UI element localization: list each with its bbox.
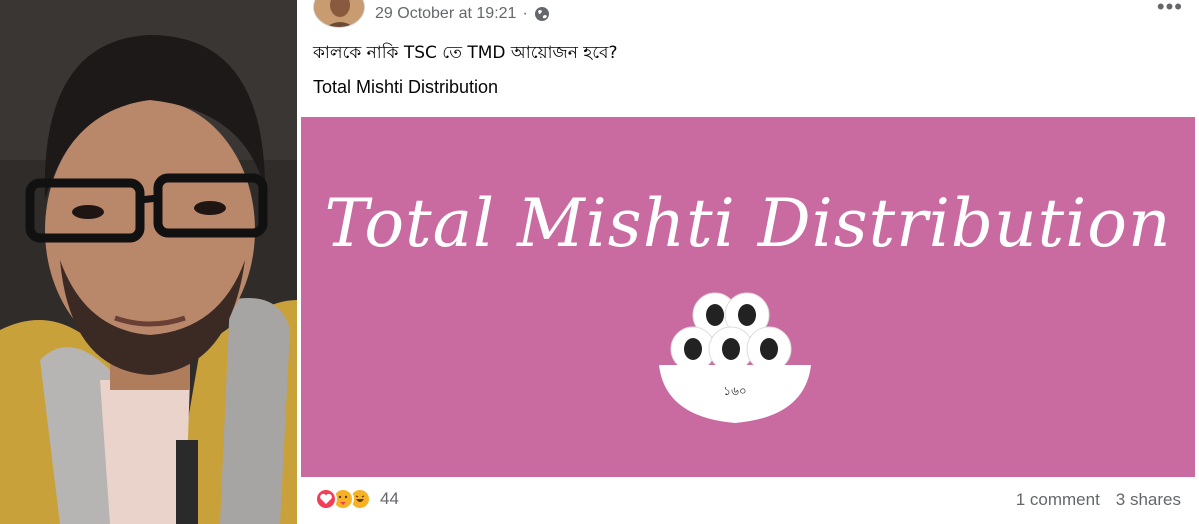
post-header: 29 October at 19:21 · ••• [313, 0, 1183, 32]
comments-link[interactable]: 1 comment [1016, 490, 1100, 510]
engagement-stats: 1 comment 3 shares [1016, 490, 1181, 510]
love-reaction-icon [315, 488, 337, 510]
sweets-bowl-image: ১৬০ [659, 292, 811, 423]
author-avatar[interactable] [313, 0, 365, 28]
post-meta: 29 October at 19:21 · [375, 5, 550, 23]
shares-link[interactable]: 3 shares [1116, 490, 1181, 510]
post-text-line-1: কালকে নাকি TSC তে TMD আয়োজন হবে? [313, 43, 618, 63]
reaction-count[interactable]: 44 [380, 489, 399, 509]
globe-icon[interactable] [534, 6, 550, 22]
post-text-line-2: Total Mishti Distribution [313, 77, 499, 97]
more-options-icon[interactable]: ••• [1157, 0, 1183, 20]
post-timestamp[interactable]: 29 October at 19:21 [375, 5, 516, 23]
post-image-banner[interactable]: Total Mishti Distribution ১৬০ [301, 117, 1195, 477]
profile-photo-image [0, 0, 297, 524]
meta-separator: · [522, 5, 528, 22]
bowl-label: ১৬০ [723, 384, 746, 398]
reactions-summary[interactable]: 44 [315, 488, 399, 510]
profile-photo[interactable] [0, 0, 297, 524]
facebook-post: 29 October at 19:21 · ••• কালকে নাকি TSC… [297, 0, 1199, 524]
post-footer: 44 1 comment 3 shares [297, 478, 1199, 524]
banner-title: Total Mishti Distribution [324, 185, 1172, 262]
